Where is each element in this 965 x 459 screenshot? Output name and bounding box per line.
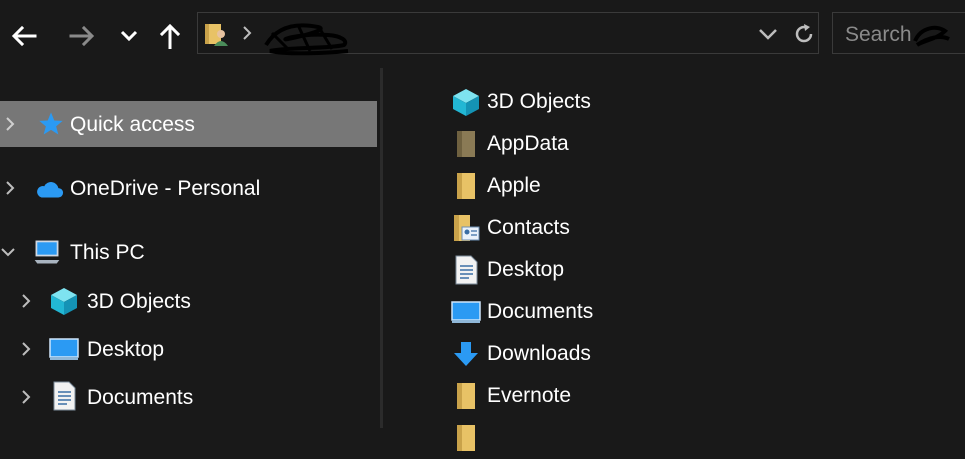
chevron-right-icon[interactable] — [2, 180, 18, 196]
list-item[interactable]: Downloads — [443, 333, 743, 375]
list-item[interactable]: Apple — [443, 165, 743, 207]
navigation-pane: Quick access OneDrive - Personal This PC — [0, 68, 380, 428]
chevron-down-icon[interactable] — [758, 27, 778, 41]
chevron-right-icon[interactable] — [18, 293, 34, 309]
search-box[interactable]: Search — [832, 12, 965, 54]
nav-label-quick-access: Quick access — [70, 113, 195, 136]
nav-label: 3D Objects — [87, 290, 191, 313]
file-name: Contacts — [487, 216, 570, 239]
file-name: Documents — [487, 300, 594, 323]
cube-icon — [49, 286, 79, 316]
nav-item-documents[interactable]: Documents — [0, 375, 377, 419]
nav-item-3d-objects[interactable]: 3D Objects — [0, 279, 377, 323]
redacted-path — [264, 23, 349, 56]
star-icon — [36, 109, 66, 139]
up-button[interactable] — [152, 18, 188, 54]
folder-icon — [451, 381, 481, 411]
chevron-down-icon[interactable] — [0, 244, 16, 260]
nav-item-desktop[interactable]: Desktop — [0, 327, 377, 371]
nav-item-quick-access[interactable]: Quick access — [0, 101, 377, 147]
nav-label-this-pc: This PC — [70, 241, 145, 264]
download-icon — [451, 339, 481, 369]
list-item[interactable]: Documents — [443, 291, 743, 333]
nav-item-onedrive[interactable]: OneDrive - Personal — [0, 166, 377, 210]
monitor-icon — [451, 297, 481, 327]
file-name: AppData — [487, 132, 569, 155]
document-icon — [451, 255, 481, 285]
file-list: 3D Objects AppData Apple Contacts Deskto… — [383, 68, 965, 451]
forward-button[interactable] — [64, 18, 100, 54]
address-bar[interactable] — [197, 12, 819, 56]
nav-label: Documents — [87, 386, 194, 409]
nav-item-this-pc[interactable]: This PC — [0, 230, 377, 274]
file-name: Desktop — [487, 258, 565, 281]
contacts-folder-icon — [451, 213, 481, 243]
toolbar: Search — [0, 0, 965, 68]
chevron-right-icon[interactable] — [18, 341, 34, 357]
file-name: 3D Objects — [487, 90, 591, 113]
computer-icon — [32, 237, 62, 267]
chevron-right-icon[interactable] — [18, 389, 34, 405]
forward-arrow-icon — [69, 25, 95, 47]
user-folder-icon — [205, 24, 228, 46]
file-name: Downloads — [487, 342, 591, 365]
list-item[interactable]: 3D Objects — [443, 81, 743, 123]
chevron-right-icon[interactable] — [2, 116, 18, 132]
list-item[interactable]: AppData — [443, 123, 743, 165]
chevron-down-icon — [120, 30, 138, 42]
back-button[interactable] — [6, 18, 42, 54]
nav-label-onedrive: OneDrive - Personal — [70, 177, 261, 200]
list-item[interactable]: Desktop — [443, 249, 743, 291]
nav-label: Desktop — [87, 338, 165, 361]
redacted-search-text — [913, 25, 950, 47]
breadcrumb-separator-icon — [243, 26, 252, 40]
recent-locations-button[interactable] — [111, 18, 147, 54]
list-item[interactable] — [443, 417, 743, 459]
cloud-icon — [34, 174, 64, 204]
back-arrow-icon — [11, 25, 37, 47]
list-item[interactable]: Evernote — [443, 375, 743, 417]
file-name: Apple — [487, 174, 541, 197]
up-arrow-icon — [159, 23, 181, 49]
file-name: Evernote — [487, 384, 572, 407]
monitor-icon — [49, 334, 79, 364]
folder-icon — [451, 171, 481, 201]
document-icon — [49, 381, 79, 411]
hidden-folder-icon — [451, 129, 481, 159]
cube-icon — [451, 87, 481, 117]
search-placeholder: Search — [845, 23, 912, 46]
refresh-icon[interactable] — [792, 22, 816, 46]
list-item[interactable]: Contacts — [443, 207, 743, 249]
